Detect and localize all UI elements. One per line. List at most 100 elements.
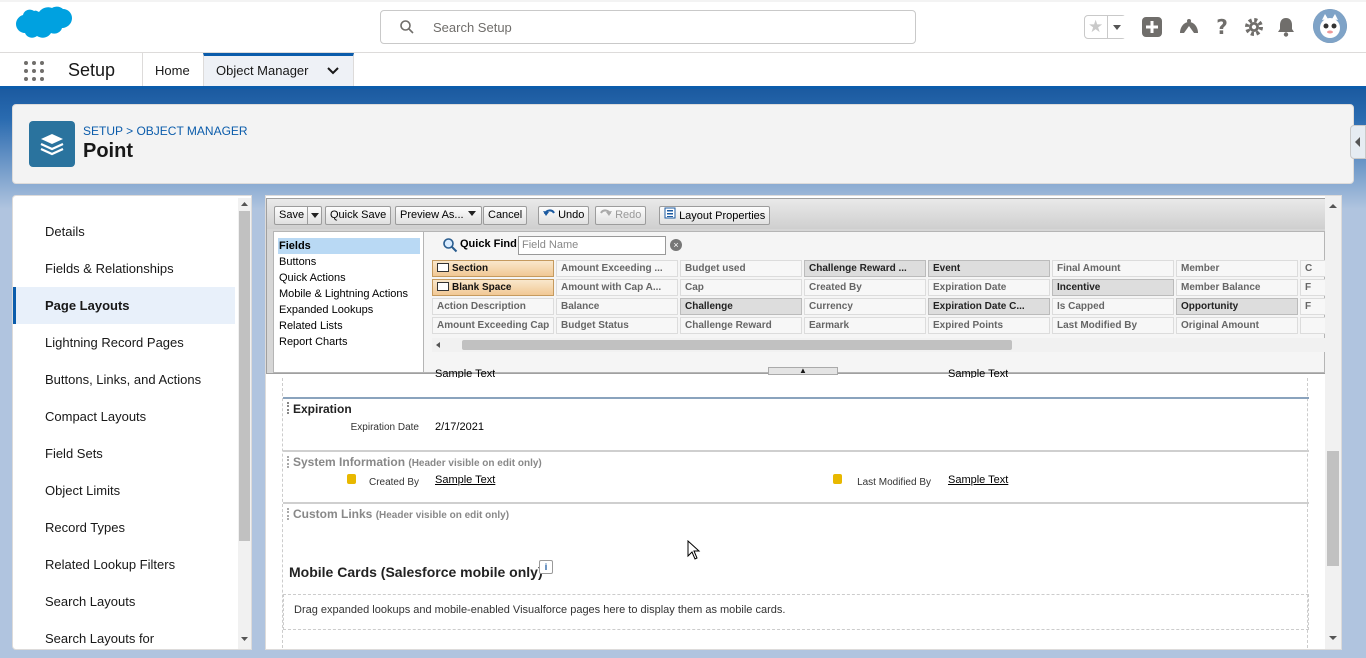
palette-field-item[interactable]: Earmark [804,317,926,334]
palette-field-item[interactable]: F [1300,279,1325,296]
drag-handle-icon[interactable] [287,402,289,414]
palette-field-item[interactable]: Balance [556,298,678,315]
palette-horizontal-scrollbar[interactable] [432,338,1325,352]
palette-field-item[interactable]: C [1300,260,1325,277]
help-icon[interactable]: ? [1211,16,1233,38]
breadcrumb[interactable]: SETUP > OBJECT MANAGER [83,124,248,138]
scroll-down-arrow-icon[interactable] [239,635,250,643]
notification-bell-icon[interactable] [1275,16,1297,38]
tab-object-manager[interactable]: Object Manager [203,53,354,86]
palette-field-item[interactable]: Challenge [680,298,802,315]
palette-field-item[interactable]: Last Modified By [1052,317,1174,334]
cancel-button[interactable]: Cancel [483,206,528,225]
palette-field-item[interactable]: Expired Points [928,317,1050,334]
palette-field-item[interactable]: Action Description [432,298,554,315]
category-quick-actions[interactable]: Quick Actions [278,270,420,286]
palette-field-item[interactable]: Final Amount [1052,260,1174,277]
sidebar-item-search-layouts[interactable]: Search Layouts [13,583,235,620]
layout-properties-button[interactable]: Layout Properties [659,206,771,225]
section-title-expiration[interactable]: Expiration [293,402,352,416]
editor-vertical-scrollbar[interactable] [1325,196,1341,649]
palette-field-item[interactable]: Amount with Cap A... [556,279,678,296]
redo-button[interactable]: Redo [595,206,647,225]
favorites-control[interactable]: ★ [1084,15,1126,39]
sidebar-item-record-types[interactable]: Record Types [13,509,235,546]
palette-field-item[interactable]: Opportunity [1176,298,1298,315]
tab-home[interactable]: Home [142,53,202,86]
sidebar-item-object-limits[interactable]: Object Limits [13,472,235,509]
gear-icon[interactable] [1243,16,1265,38]
palette-scrollbar-thumb[interactable] [462,340,1012,350]
palette-field-item[interactable]: Is Capped [1052,298,1174,315]
scroll-down-arrow-icon[interactable] [1328,634,1338,642]
palette-field-item[interactable]: Created By [804,279,926,296]
drag-handle-icon[interactable] [287,508,289,520]
search-setup-input[interactable]: Search Setup [380,10,916,44]
editor-scrollbar-thumb[interactable] [1327,451,1339,566]
section-title-system-information[interactable]: System Information (Header visible on ed… [293,455,542,469]
palette-field-item[interactable]: Section [432,260,554,277]
sidebar-item-fields-relationships[interactable]: Fields & Relationships [13,250,235,287]
save-button[interactable]: Save [274,206,322,225]
category-mobile-lightning-actions[interactable]: Mobile & Lightning Actions [278,286,420,302]
save-dropdown-button[interactable] [307,207,321,224]
palette-field-item[interactable]: Budget Status [556,317,678,334]
category-report-charts[interactable]: Report Charts [278,334,420,350]
palette-field-item[interactable]: F [1300,298,1325,315]
field-value-expiration-date[interactable]: 2/17/2021 [435,421,484,433]
palette-field-item[interactable]: Currency [804,298,926,315]
quick-save-button[interactable]: Quick Save [325,206,392,225]
info-icon[interactable]: i [539,560,553,574]
salesforce-logo-icon[interactable] [14,6,76,48]
quick-find-input[interactable]: Field Name [518,236,666,255]
category-buttons[interactable]: Buttons [278,254,420,270]
category-expanded-lookups[interactable]: Expanded Lookups [278,302,420,318]
field-value-created-by[interactable]: Sample Text [435,474,495,486]
palette-field-item[interactable]: Cap [680,279,802,296]
favorites-star-icon[interactable]: ★ [1088,18,1106,36]
palette-field-item[interactable]: Event [928,260,1050,277]
palette-field-item[interactable]: Challenge Reward [680,317,802,334]
favorites-dropdown-button[interactable] [1107,16,1126,38]
palette-field-item[interactable]: Expiration Date C... [928,298,1050,315]
scroll-up-arrow-icon[interactable] [1328,202,1338,210]
side-panel-toggle[interactable] [1350,125,1366,159]
sidebar-item-search-layouts-for[interactable]: Search Layouts for [13,620,235,649]
palette-field-item[interactable]: Challenge Reward ... [804,260,926,277]
palette-field-item[interactable]: Original Amount [1176,317,1298,334]
category-fields[interactable]: Fields [278,238,420,254]
sidebar-item-related-lookup-filters[interactable]: Related Lookup Filters [13,546,235,583]
undo-button[interactable]: Undo [538,206,590,225]
clear-search-icon[interactable]: × [670,239,682,251]
palette-field-item[interactable] [1300,317,1325,334]
preview-as-button[interactable]: Preview As... [395,206,482,225]
palette-field-item[interactable]: Incentive [1052,279,1174,296]
scroll-left-arrow-icon[interactable] [434,341,442,349]
mobile-cards-drop-zone[interactable]: Drag expanded lookups and mobile-enabled… [283,594,1309,630]
sidebar-item-details[interactable]: Details [13,213,235,250]
app-launcher-icon[interactable] [24,61,44,81]
palette-field-item[interactable]: Member [1176,260,1298,277]
field-value-last-modified-by[interactable]: Sample Text [948,474,1008,486]
avatar[interactable] [1313,9,1347,43]
sidebar-item-buttons-links-actions[interactable]: Buttons, Links, and Actions [13,361,235,398]
category-related-lists[interactable]: Related Lists [278,318,420,334]
chevron-down-icon[interactable] [326,65,340,77]
section-title-custom-links[interactable]: Custom Links (Header visible on edit onl… [293,507,509,521]
sidebar-item-lightning-record-pages[interactable]: Lightning Record Pages [13,324,235,361]
sidebar-scrollbar-thumb[interactable] [239,211,250,541]
add-icon[interactable] [1141,16,1163,38]
sidebar-item-page-layouts[interactable]: Page Layouts [13,287,235,324]
sidebar-item-field-sets[interactable]: Field Sets [13,435,235,472]
trailhead-icon[interactable] [1178,16,1200,38]
drag-handle-icon[interactable] [287,456,289,468]
palette-resize-handle[interactable]: ▲ [768,367,838,375]
palette-field-item[interactable]: Budget used [680,260,802,277]
sidebar-item-compact-layouts[interactable]: Compact Layouts [13,398,235,435]
palette-field-item[interactable]: Expiration Date [928,279,1050,296]
palette-field-item[interactable]: Member Balance [1176,279,1298,296]
scroll-up-arrow-icon[interactable] [239,200,250,208]
palette-field-item[interactable]: Blank Space [432,279,554,296]
palette-field-item[interactable]: Amount Exceeding Cap [432,317,554,334]
palette-field-item[interactable]: Amount Exceeding ... [556,260,678,277]
